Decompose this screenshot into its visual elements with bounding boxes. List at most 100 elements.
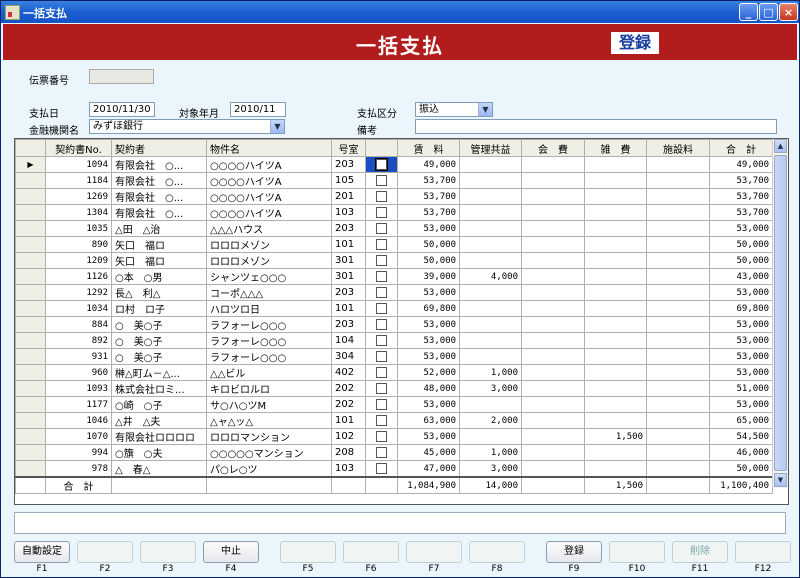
row-header[interactable] — [15, 268, 46, 285]
cell-mgmt[interactable] — [459, 220, 522, 237]
col-header[interactable]: 施設料 — [646, 139, 710, 157]
cell-no[interactable]: 884 — [45, 316, 112, 333]
pay-date-field[interactable]: 2010/11/30 — [89, 102, 155, 117]
cell-rent[interactable]: 47,000 — [397, 460, 460, 478]
checkbox[interactable] — [376, 430, 387, 442]
cell-room[interactable]: 104 — [331, 332, 366, 349]
table-row[interactable]: 892 ○ 美○子 ラフォーレ○○○ 104 53,000 53,000 — [15, 332, 773, 349]
cell-rent[interactable]: 53,000 — [397, 348, 460, 365]
chevron-down-icon[interactable]: ▼ — [270, 120, 284, 133]
cell-fee[interactable] — [521, 348, 585, 365]
fkey-button-f7[interactable] — [406, 541, 462, 563]
cell-facility[interactable] — [646, 332, 710, 349]
row-header[interactable] — [15, 444, 46, 461]
cell-no[interactable]: 1046 — [45, 412, 112, 429]
checkbox[interactable] — [376, 254, 387, 266]
cell-facility[interactable] — [646, 428, 710, 445]
cell-tenant[interactable]: △井 △夫 — [111, 412, 207, 429]
row-header[interactable] — [15, 316, 46, 333]
cell-tenant[interactable]: 有限会社 ○... — [111, 188, 207, 205]
cell-rent[interactable]: 50,000 — [397, 252, 460, 269]
cell-property[interactable]: ロロロメゾン — [206, 236, 332, 253]
cell-rent[interactable]: 52,000 — [397, 364, 460, 381]
cell-no[interactable]: 1304 — [45, 204, 112, 221]
cell-total[interactable]: 53,000 — [709, 220, 773, 237]
cell-misc[interactable] — [584, 396, 647, 413]
cell-property[interactable]: ○○○○ハイツA — [206, 172, 332, 189]
cell-no[interactable]: 931 — [45, 348, 112, 365]
close-button[interactable]: × — [779, 3, 798, 21]
cell-facility[interactable] — [646, 284, 710, 301]
row-header[interactable] — [15, 188, 46, 205]
table-row[interactable]: 960 榊△町ム－△... △△ビル 402 52,000 1,000 53,000 — [15, 364, 773, 381]
col-header[interactable]: 管理共益 — [459, 139, 522, 157]
cell-misc[interactable] — [584, 444, 647, 461]
cell-total[interactable]: 53,700 — [709, 204, 773, 221]
table-row[interactable]: 1184 有限会社 ○... ○○○○ハイツA 105 53,700 53,700 — [15, 172, 773, 189]
checkbox[interactable] — [376, 398, 387, 410]
cell-rent[interactable]: 53,000 — [397, 428, 460, 445]
cell-fee[interactable] — [521, 188, 585, 205]
cell-tenant[interactable]: ○ 美○子 — [111, 348, 207, 365]
cell-tenant[interactable]: 有限会社 ○... — [111, 156, 207, 173]
row-header[interactable] — [15, 428, 46, 445]
cell-no[interactable]: 1070 — [45, 428, 112, 445]
cell-tenant[interactable]: △田 △治 — [111, 220, 207, 237]
cell-misc[interactable] — [584, 188, 647, 205]
checkbox[interactable] — [376, 222, 387, 234]
cell-facility[interactable] — [646, 364, 710, 381]
cell-no[interactable]: 1035 — [45, 220, 112, 237]
minimize-button[interactable]: _ — [739, 3, 758, 21]
cell-tenant[interactable]: 有限会社 ○... — [111, 172, 207, 189]
cell-total[interactable]: 53,000 — [709, 396, 773, 413]
checkbox[interactable] — [376, 382, 387, 394]
col-header[interactable]: 契約者 — [111, 139, 207, 157]
row-header[interactable] — [15, 252, 46, 269]
cell-total[interactable]: 50,000 — [709, 460, 773, 478]
fkey-button-f5[interactable] — [280, 541, 336, 563]
note-field[interactable] — [415, 119, 777, 134]
cell-room[interactable]: 203 — [331, 284, 366, 301]
cell-room[interactable]: 202 — [331, 396, 366, 413]
cell-facility[interactable] — [646, 188, 710, 205]
row-header[interactable] — [15, 380, 46, 397]
cell-fee[interactable] — [521, 316, 585, 333]
cell-misc[interactable] — [584, 348, 647, 365]
cell-misc[interactable] — [584, 204, 647, 221]
cell-facility[interactable] — [646, 220, 710, 237]
paid-checkbox[interactable] — [365, 252, 398, 269]
cell-fee[interactable] — [521, 156, 585, 173]
cell-facility[interactable] — [646, 444, 710, 461]
table-row[interactable]: 931 ○ 美○子 ラフォーレ○○○ 304 53,000 53,000 — [15, 348, 773, 365]
cell-misc[interactable] — [584, 460, 647, 478]
cell-property[interactable]: ○○○○ハイツA — [206, 204, 332, 221]
cell-mgmt[interactable] — [459, 156, 522, 173]
fkey-button-f6[interactable] — [343, 541, 399, 563]
cell-misc[interactable] — [584, 332, 647, 349]
cell-total[interactable]: 53,700 — [709, 188, 773, 205]
cell-rent[interactable]: 53,000 — [397, 396, 460, 413]
cell-mgmt[interactable] — [459, 332, 522, 349]
checkbox[interactable] — [376, 302, 387, 314]
cell-tenant[interactable]: ○籏 ○夫 — [111, 444, 207, 461]
cell-rent[interactable]: 53,000 — [397, 284, 460, 301]
cell-facility[interactable] — [646, 460, 710, 478]
cell-no[interactable]: 994 — [45, 444, 112, 461]
paid-checkbox[interactable] — [365, 300, 398, 317]
current-row-indicator[interactable]: ▶ — [15, 156, 46, 173]
cell-room[interactable]: 402 — [331, 364, 366, 381]
cell-property[interactable]: ラフォーレ○○○ — [206, 348, 332, 365]
fkey-button-f11[interactable]: 削除 — [672, 541, 728, 563]
cell-fee[interactable] — [521, 380, 585, 397]
target-month-field[interactable]: 2010/11 — [230, 102, 286, 117]
paid-checkbox[interactable] — [365, 188, 398, 205]
cell-total[interactable]: 46,000 — [709, 444, 773, 461]
paid-checkbox[interactable] — [365, 380, 398, 397]
cell-property[interactable]: サ○ハ○ツM — [206, 396, 332, 413]
cell-misc[interactable] — [584, 380, 647, 397]
cell-fee[interactable] — [521, 252, 585, 269]
cell-misc[interactable] — [584, 236, 647, 253]
col-header[interactable]: 合 計 — [709, 139, 773, 157]
paid-checkbox[interactable] — [365, 316, 398, 333]
cell-room[interactable]: 203 — [331, 156, 366, 173]
